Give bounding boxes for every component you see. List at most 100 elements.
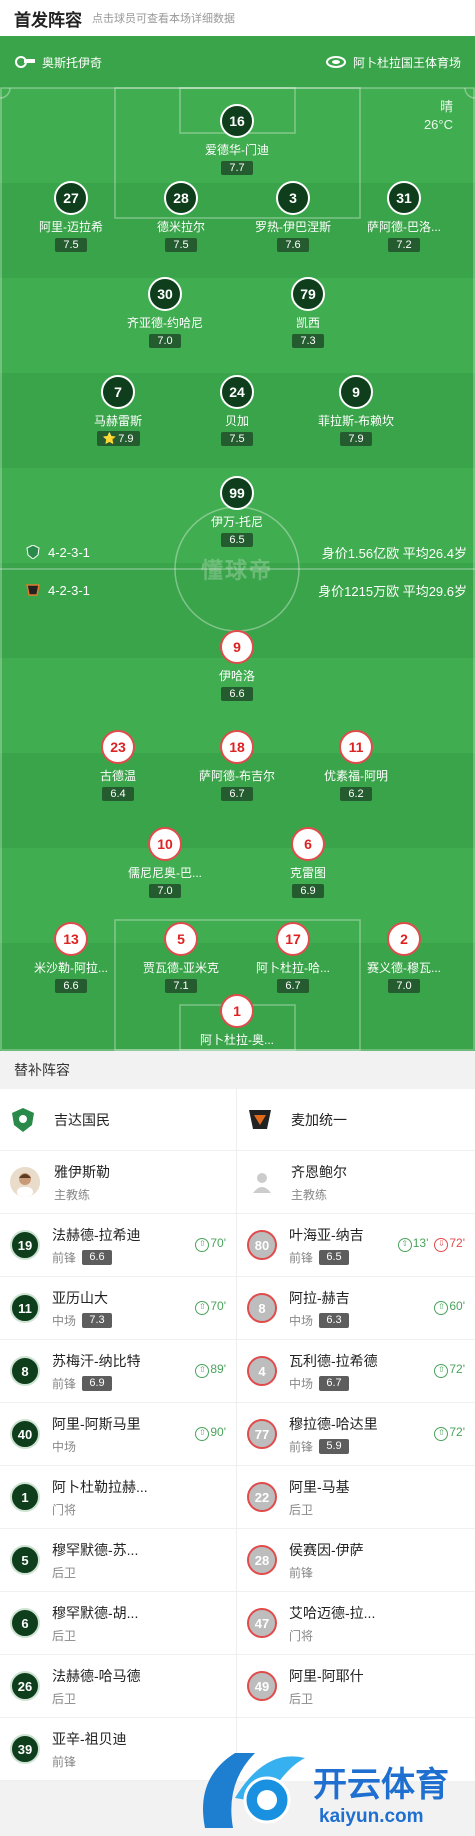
sub-player-name: 亚历山大	[52, 1289, 108, 1306]
sub-events: 90'	[195, 1425, 226, 1441]
player-rating: 6.7	[221, 787, 253, 801]
rating-value: 7.3	[300, 335, 316, 347]
weather: 晴 26°C	[424, 98, 453, 134]
jersey-number: 6	[291, 827, 325, 861]
away-player[interactable]: 17 阿卜杜拉-哈... 6.7	[233, 922, 353, 994]
player-rating: ⭐ 7.9	[96, 431, 140, 446]
sub-player-position: 后卫	[52, 1565, 77, 1580]
sub-player-row[interactable]: 5 穆罕默德-苏... 后卫	[0, 1529, 236, 1592]
home-coach-row[interactable]: 雅伊斯勒 主教练	[0, 1151, 236, 1214]
away-coach-row[interactable]: 齐恩鲍尔 主教练	[237, 1151, 475, 1214]
logo-url: kaiyun.com	[319, 1806, 424, 1827]
away-player[interactable]: 13 米沙勒-阿拉... 6.6	[11, 922, 131, 994]
home-player[interactable]: 7 马赫雷斯 ⭐ 7.9	[58, 375, 178, 447]
sub-player-row[interactable]: 40 阿里-阿斯马里中场 90'	[0, 1403, 236, 1466]
sub-player-position-row: 中场	[52, 1438, 141, 1455]
home-player[interactable]: 24 贝加 7.5	[177, 375, 297, 447]
sub-player-position: 中场	[52, 1439, 77, 1454]
rating-value: 7.7	[229, 162, 245, 174]
sub-off-minute: 72'	[434, 1236, 465, 1252]
sub-player-row[interactable]: 26 法赫德-哈马德 后卫	[0, 1655, 236, 1718]
sub-player-name: 阿拉-赫吉	[289, 1289, 350, 1306]
sub-on-minute: 60'	[434, 1299, 465, 1315]
sub-player-position-row: 中场 6.7	[289, 1375, 378, 1392]
sub-jersey-number: 26	[10, 1671, 40, 1701]
player-name: 阿里-迈拉希	[39, 220, 103, 234]
player-name: 克雷图	[289, 866, 326, 880]
away-player[interactable]: 1阿卜杜拉-奥...7.3	[177, 994, 297, 1051]
home-player[interactable]: 79 凯西 7.3	[248, 277, 368, 349]
home-player[interactable]: 28 德米拉尔 7.5	[121, 181, 241, 253]
rating-value: 6.9	[300, 885, 316, 897]
coach-name: 齐恩鲍尔	[291, 1163, 347, 1180]
home-crest-icon	[26, 545, 40, 559]
jersey-number: 5	[164, 922, 198, 956]
home-player[interactable]: 16 爱德华-门迪 7.7	[177, 104, 297, 176]
coach-name: 雅伊斯勒	[54, 1163, 110, 1180]
sub-player-rating: 5.9	[319, 1438, 350, 1454]
away-player[interactable]: 23 古德温 6.4	[58, 730, 178, 802]
away-player[interactable]: 5 贾瓦德-亚米克 7.1	[121, 922, 241, 994]
sub-player-row[interactable]: 77 穆拉德-哈达里前锋 5.9 72'	[237, 1403, 475, 1466]
home-player[interactable]: 9 菲拉斯-布赖坎 7.9	[296, 375, 416, 447]
rating-value: 7.5	[173, 239, 189, 251]
away-player[interactable]: 10 儒尼尼奥-巴... 7.0	[105, 827, 225, 899]
rating-value: 7.2	[396, 239, 412, 251]
home-player[interactable]: 30 齐亚德-约哈尼 7.0	[105, 277, 225, 349]
player-name: 阿卜杜拉-奥...	[200, 1033, 274, 1047]
away-formation-row: 4-2-3-1 身价1215万欧 平均29.6岁	[0, 579, 475, 601]
jersey-number: 79	[291, 277, 325, 311]
sub-player-position-row: 前锋 6.5	[289, 1249, 364, 1266]
jersey-number: 16	[220, 104, 254, 138]
home-player[interactable]: 31 萨阿德-巴洛... 7.2	[344, 181, 464, 253]
sub-player-row[interactable]: 49 阿里-阿耶什 后卫	[237, 1655, 475, 1718]
rating-value: 7.0	[157, 335, 173, 347]
rating-value: 7.6	[285, 239, 301, 251]
sub-events: 70'	[195, 1236, 226, 1252]
sub-jersey-number: 1	[10, 1482, 40, 1512]
away-player[interactable]: 18 萨阿德-布吉尔 6.7	[177, 730, 297, 802]
sub-player-row[interactable]: 6 穆罕默德-胡... 后卫	[0, 1592, 236, 1655]
sub-player-row[interactable]: 1 阿卜杜勒拉赫... 门将	[0, 1466, 236, 1529]
player-name: 菲拉斯-布赖坎	[318, 414, 394, 428]
away-formation: 4-2-3-1	[48, 582, 90, 598]
sub-player-position: 门将	[289, 1628, 314, 1643]
away-player[interactable]: 9 伊哈洛 6.6	[177, 630, 297, 702]
sub-player-position-row: 后卫	[289, 1501, 350, 1518]
away-player[interactable]: 2 赛义德-穆瓦... 7.0	[344, 922, 464, 994]
sub-player-name: 阿里-阿斯马里	[52, 1415, 141, 1432]
home-player[interactable]: 3 罗热-伊巴涅斯 7.6	[233, 181, 353, 253]
sub-events: 72'	[434, 1425, 465, 1441]
home-player[interactable]: 99 伊万-托尼 6.5	[177, 476, 297, 548]
player-rating: 7.7	[221, 161, 253, 175]
kaiyun-logo: 开云体育 kaiyun.com	[203, 1753, 449, 1828]
page-title: 首发阵容	[14, 10, 82, 30]
sub-player-position-row: 后卫	[52, 1564, 138, 1581]
away-player[interactable]: 11 优素福-阿明 6.2	[296, 730, 416, 802]
sub-player-row[interactable]: 8 阿拉-赫吉中场 6.3 60'	[237, 1277, 475, 1340]
sub-player-row[interactable]: 80 叶海亚-纳吉前锋 6.5 13' 72'	[237, 1214, 475, 1277]
sub-player-row[interactable]: 11 亚历山大中场 7.3 70'	[0, 1277, 236, 1340]
sub-player-row[interactable]: 47 艾哈迈德-拉... 门将	[237, 1592, 475, 1655]
weather-condition: 晴	[439, 99, 453, 114]
sub-player-row[interactable]: 28 侯赛因-伊萨 前锋	[237, 1529, 475, 1592]
sub-player-row[interactable]: 19 法赫德-拉希迪前锋 6.6 70'	[0, 1214, 236, 1277]
away-team-row[interactable]: 麦加统一	[237, 1089, 475, 1151]
sub-jersey-number: 28	[247, 1545, 277, 1575]
sub-player-row[interactable]: 22 阿里-马基 后卫	[237, 1466, 475, 1529]
player-rating: 7.0	[149, 334, 181, 348]
sub-player-row[interactable]: 8 苏梅汗-纳比特前锋 6.9 89'	[0, 1340, 236, 1403]
home-team-row[interactable]: 吉达国民	[0, 1089, 236, 1151]
jersey-number: 27	[54, 181, 88, 215]
home-player[interactable]: 27 阿里-迈拉希 7.5	[11, 181, 131, 253]
sub-player-position: 前锋	[289, 1250, 314, 1265]
player-rating: 7.5	[221, 432, 253, 446]
jersey-number: 24	[220, 375, 254, 409]
away-player[interactable]: 6 克雷图 6.9	[248, 827, 368, 899]
sub-player-position: 后卫	[52, 1628, 77, 1643]
away-crest-icon	[26, 584, 40, 596]
home-team-value: 身价1.56亿欧 平均26.4岁	[321, 545, 467, 561]
sub-on-minute: 72'	[434, 1425, 465, 1441]
away-team-name: 麦加统一	[291, 1111, 347, 1128]
sub-player-row[interactable]: 4 瓦利德-拉希德中场 6.7 72'	[237, 1340, 475, 1403]
